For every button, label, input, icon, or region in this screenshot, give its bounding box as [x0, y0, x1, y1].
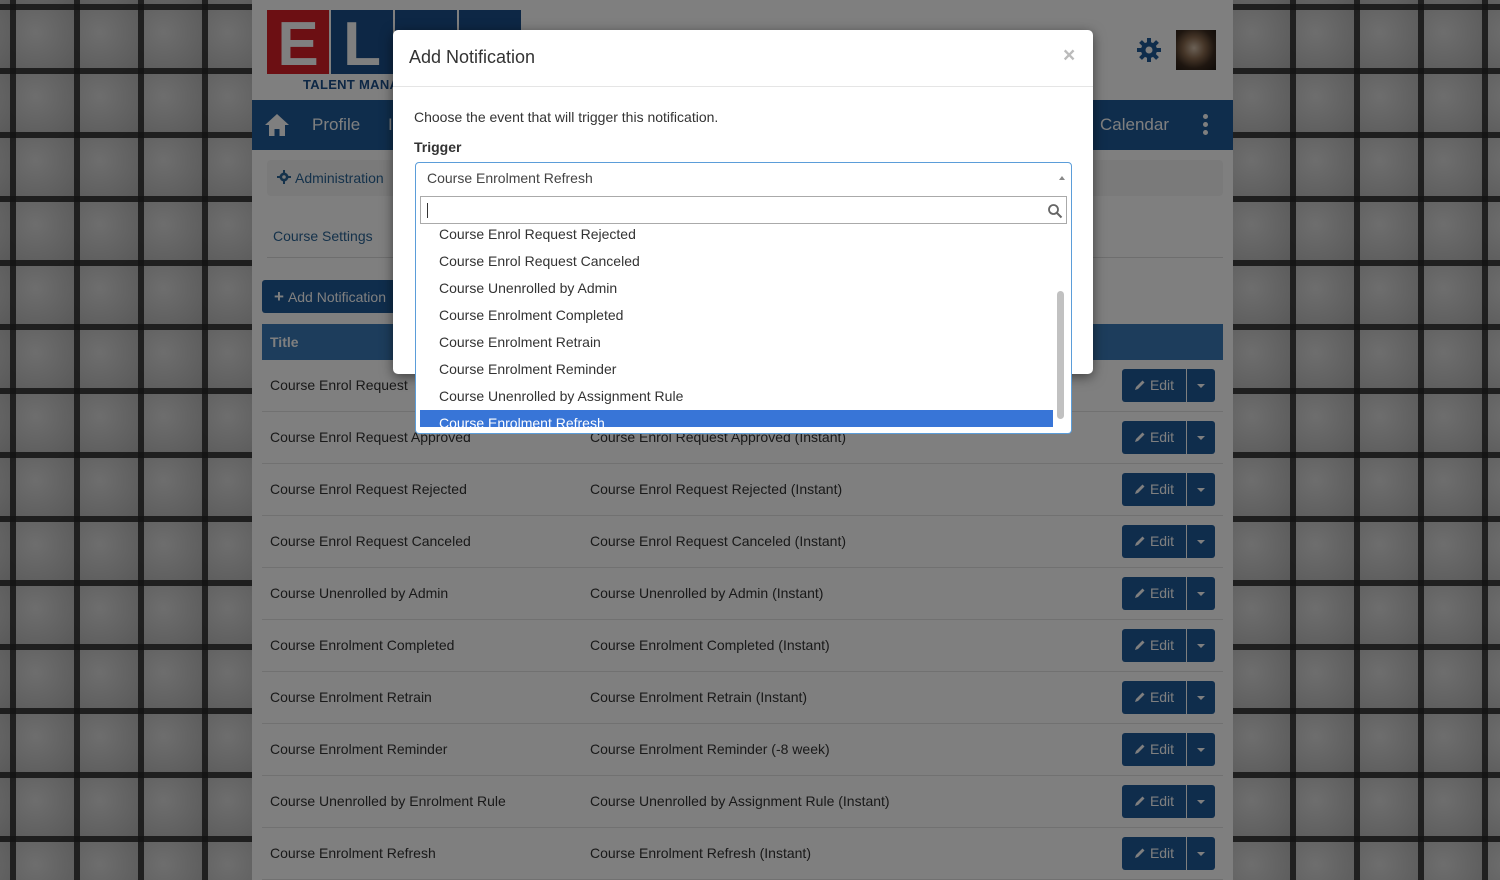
trigger-select[interactable]: Course Enrolment Refresh	[415, 162, 1072, 195]
close-icon[interactable]: ×	[1063, 44, 1075, 68]
trigger-option[interactable]: Course Enrol Request Canceled	[420, 248, 1053, 275]
dropdown-scrollbar[interactable]	[1055, 227, 1067, 430]
trigger-option[interactable]: Course Enrolment Reminder	[420, 356, 1053, 383]
scroll-thumb[interactable]	[1057, 291, 1064, 419]
trigger-label: Trigger	[414, 139, 462, 155]
search-icon	[1048, 204, 1063, 219]
trigger-option[interactable]: Course Enrolment Completed	[420, 302, 1053, 329]
trigger-dropdown: Course Enrol Request Rejected Course Enro…	[415, 194, 1072, 434]
trigger-select-value: Course Enrolment Refresh	[427, 170, 593, 186]
trigger-options-list: Course Enrol Request Rejected Course Enro…	[420, 227, 1053, 427]
text-cursor	[427, 203, 428, 218]
trigger-search-input[interactable]	[420, 196, 1067, 224]
trigger-option[interactable]: Course Enrolment Retrain	[420, 329, 1053, 356]
trigger-option[interactable]: Course Unenrolled by Assignment Rule	[420, 383, 1053, 410]
modal-intro-text: Choose the event that will trigger this …	[414, 109, 719, 125]
chevron-up-icon	[1059, 176, 1065, 180]
trigger-option[interactable]: Course Enrolment Refresh	[420, 410, 1053, 427]
modal-header: Add Notification ×	[393, 30, 1093, 87]
modal-title: Add Notification	[409, 47, 536, 67]
trigger-option[interactable]: Course Enrol Request Rejected	[420, 227, 1053, 248]
trigger-option[interactable]: Course Unenrolled by Admin	[420, 275, 1053, 302]
